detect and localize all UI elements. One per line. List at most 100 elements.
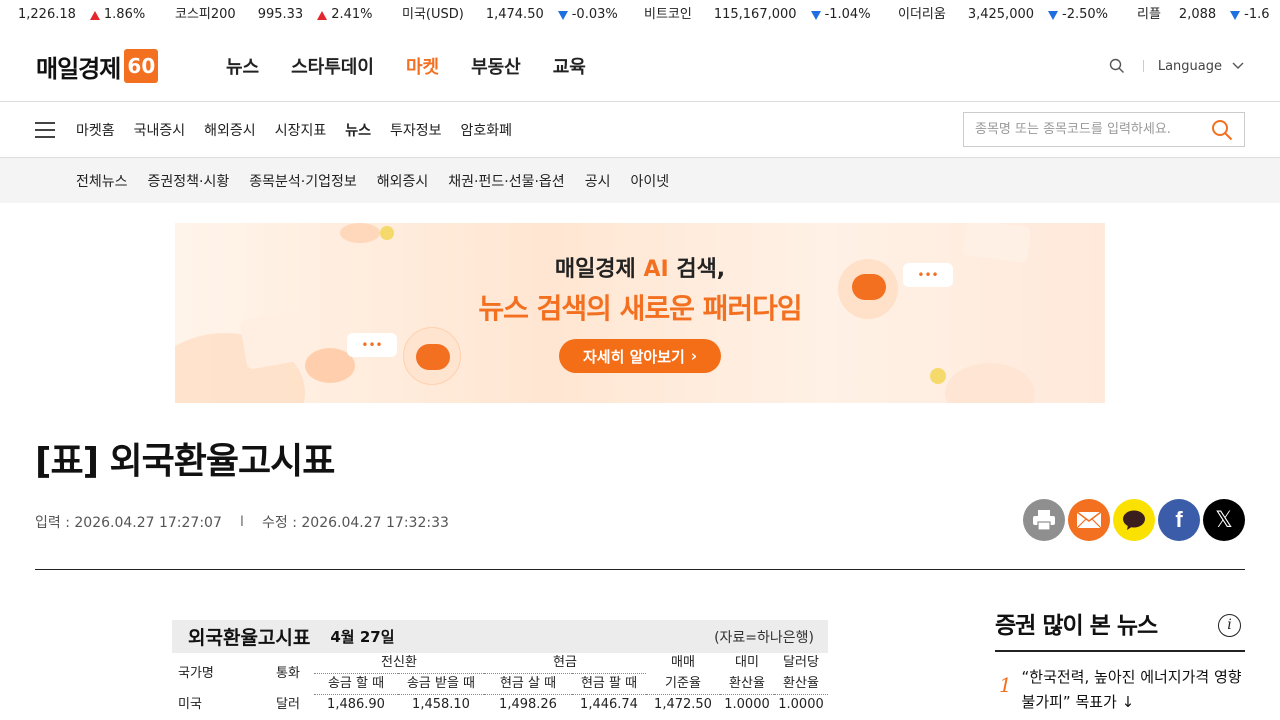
cell-sell: 1,446.74	[580, 697, 638, 712]
subnav-item-invest-info[interactable]: 투자정보	[390, 120, 442, 140]
rate-table-date: 4월 27일	[330, 628, 395, 646]
col-currency: 통화	[276, 665, 300, 681]
search-icon[interactable]	[1211, 119, 1233, 141]
cell-base-rate: 1,472.50	[654, 697, 712, 712]
cell-buy: 1,498.26	[499, 697, 557, 712]
up-arrow-icon	[89, 10, 100, 20]
ticker-value: 2,088	[1178, 7, 1217, 22]
logo-text: 매일경제	[36, 54, 121, 83]
banner-button-label: 자세히 알아보기	[582, 347, 685, 366]
ticker-change: -1.04%	[824, 7, 871, 22]
down-arrow-icon	[557, 10, 568, 20]
print-icon[interactable]	[1023, 499, 1065, 541]
subnav-item-market-home[interactable]: 마켓홈	[76, 120, 115, 140]
search-icon[interactable]	[1109, 58, 1125, 74]
header-utility: Language	[1109, 30, 1244, 102]
category-bonds-funds[interactable]: 채권·펀드·선물·옵션	[448, 171, 564, 191]
decorative-shape	[340, 223, 380, 243]
main-menu-education[interactable]: 교육	[553, 53, 586, 79]
chevron-down-icon[interactable]	[1232, 62, 1244, 70]
col-receive: 송금 받을 때	[398, 673, 484, 695]
site-logo[interactable]: 매일경제 60	[36, 49, 159, 83]
col-group-telegraphic: 전신환	[314, 653, 484, 674]
rate-table-grid: 국가명 통화 전신환 현금 매매 대미 달러당 송금 할 때 송금 받을 때 현…	[172, 653, 828, 715]
sidebar-divider	[995, 650, 1245, 652]
ticker-value: 1,226.18	[18, 7, 76, 22]
ticker-change: 2.41%	[331, 7, 373, 22]
ticker-item[interactable]: 리플 2,088 -1.6	[1137, 0, 1270, 30]
main-menu-market[interactable]: 마켓	[406, 53, 439, 79]
article-title: [표] 외국환율고시표	[35, 441, 335, 482]
main-menu: 뉴스 스타투데이 마켓 부동산 교육	[226, 30, 618, 102]
market-subnav: 마켓홈 국내증시 해외증시 시장지표 뉴스 투자정보 암호화폐	[0, 102, 1280, 158]
x-twitter-icon[interactable]: 𝕏	[1203, 499, 1245, 541]
ticker-name: 비트코인	[644, 7, 692, 22]
category-disclosure[interactable]: 공시	[585, 171, 611, 191]
cell-per-usd: 1.0000	[778, 697, 824, 712]
kakaotalk-icon[interactable]	[1113, 499, 1155, 541]
category-inet[interactable]: 아이넷	[630, 171, 669, 191]
ticker-item[interactable]: 이더리움 3,425,000 -2.50%	[898, 0, 1108, 30]
subnav-item-indicators[interactable]: 시장지표	[275, 120, 327, 140]
cell-receive: 1,458.10	[412, 697, 470, 712]
logo-60-badge: 60	[124, 49, 159, 83]
cell-send: 1,486.90	[327, 697, 385, 712]
ticker-value: 995.33	[257, 7, 304, 22]
stock-search-box	[963, 112, 1245, 147]
col-group-cash: 현금	[484, 653, 646, 674]
ticker-change: -1.6	[1244, 7, 1270, 22]
col-buy: 현금 살 때	[484, 673, 572, 695]
table-row: 미국 달러 1,486.90 1,458.10 1,498.26 1,446.7…	[172, 695, 828, 716]
most-viewed-headline[interactable]: “한국전력, 높아진 에너지가격 영향 불가피” 목표가 ↓	[1022, 665, 1245, 715]
subnav-item-domestic[interactable]: 국내증시	[134, 120, 186, 140]
ticker-item[interactable]: 코스피200 995.33 2.41%	[175, 0, 373, 30]
col-usd-rate-2: 환산율	[720, 673, 774, 695]
info-icon[interactable]: i	[1218, 614, 1241, 637]
market-menu: 마켓홈 국내증시 해외증시 시장지표 뉴스 투자정보 암호화폐	[76, 102, 531, 158]
category-all-news[interactable]: 전체뉴스	[76, 171, 128, 191]
email-icon[interactable]	[1068, 499, 1110, 541]
rank-number: 1	[999, 673, 1012, 697]
input-time: 입력 : 2026.04.27 17:27:07	[35, 515, 222, 531]
banner-subheadline: 뉴스 검색의 새로운 패러다임	[478, 292, 802, 325]
banner-headline: 매일경제 AI 검색,	[554, 257, 726, 282]
ticker-change: -0.03%	[571, 7, 618, 22]
down-arrow-icon	[1048, 10, 1059, 20]
ticker-item[interactable]: 미국(USD) 1,474.50 -0.03%	[402, 0, 618, 30]
news-category-bar: 전체뉴스 증권정책·시황 종목분석·기업정보 해외증시 채권·펀드·선물·옵션 …	[0, 158, 1280, 203]
ticker-name: 이더리움	[898, 7, 946, 22]
decorative-shape	[380, 226, 394, 240]
col-send: 송금 할 때	[314, 673, 398, 695]
ticker-change: -2.50%	[1062, 7, 1109, 22]
ticker-item[interactable]: 비트코인 115,167,000 -1.04%	[644, 0, 871, 30]
list-item[interactable]: 1 “한국전력, 높아진 에너지가격 영향 불가피” 목표가 ↓	[995, 665, 1245, 715]
ticker-value: 115,167,000	[713, 7, 797, 22]
subnav-item-crypto[interactable]: 암호화폐	[461, 120, 513, 140]
up-arrow-icon	[317, 10, 328, 20]
ticker-name: 미국(USD)	[402, 7, 464, 22]
ticker-value: 1,474.50	[485, 7, 544, 22]
market-ticker: 1,226.18 1.86% 코스피200 995.33 2.41% 미국(US…	[0, 0, 1280, 30]
main-menu-realestate[interactable]: 부동산	[471, 53, 521, 79]
subnav-item-news[interactable]: 뉴스	[345, 120, 371, 140]
category-policy-market[interactable]: 증권정책·시황	[148, 171, 230, 191]
col-base-rate-2: 기준율	[646, 673, 720, 695]
col-per-usd-1: 달러당	[783, 655, 819, 671]
stock-search-input[interactable]	[964, 122, 1204, 137]
facebook-icon[interactable]: f	[1158, 499, 1200, 541]
cell-currency: 달러	[276, 696, 300, 712]
ticker-name: 코스피200	[175, 7, 236, 22]
subnav-item-overseas[interactable]: 해외증시	[204, 120, 256, 140]
col-sell: 현금 팔 때	[572, 673, 646, 695]
ai-search-banner[interactable]: ••• ••• 매일경제 AI 검색, 뉴스 검색의 새로운 패러다임 자세히 …	[175, 223, 1105, 403]
category-overseas[interactable]: 해외증시	[377, 171, 429, 191]
share-buttons: f 𝕏	[1023, 499, 1245, 541]
article-meta: 입력 : 2026.04.27 17:27:07 I 수정 : 2026.04.…	[35, 512, 449, 532]
category-stock-analysis[interactable]: 종목분석·기업정보	[249, 171, 357, 191]
main-menu-startoday[interactable]: 스타투데이	[291, 53, 374, 79]
hamburger-menu-icon[interactable]	[35, 122, 55, 138]
main-menu-news[interactable]: 뉴스	[226, 53, 259, 79]
banner-learn-more-button[interactable]: 자세히 알아보기 ›	[559, 339, 721, 373]
ticker-item[interactable]: 1,226.18 1.86%	[18, 0, 145, 30]
language-selector[interactable]: Language	[1158, 59, 1222, 74]
